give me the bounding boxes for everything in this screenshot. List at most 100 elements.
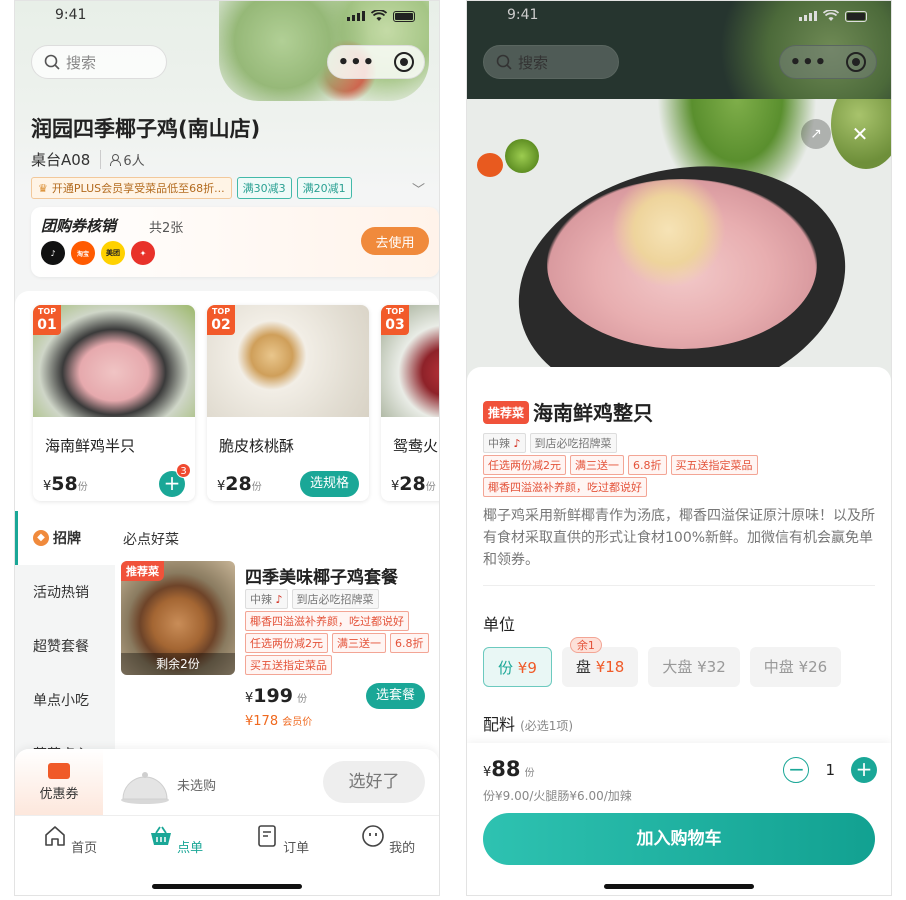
shop-name: 润园四季椰子鸡(南山店) (31, 117, 261, 141)
dish-description: 椰子鸡采用新鲜椰青作为汤底，椰香四溢保证原汁原味！以及所有食材采取直供的形式让食… (483, 508, 875, 568)
unit-option[interactable]: 余1 盘 ¥18 (561, 637, 639, 687)
dish-detail-sheet: 推荐菜 海南鲜鸡整只 中辣 ♪ 到店必吃招牌菜 任选两份减2元 满三送一 6.8… (467, 367, 891, 895)
search-input[interactable]: 搜索 (31, 45, 167, 79)
discount-tag: 满20减1 (296, 177, 352, 199)
chili-icon: ♪ (275, 593, 283, 606)
dish-name: 脆皮核桃酥 (219, 437, 295, 455)
signal-icon (347, 11, 365, 21)
dish-name: 海南鲜鸡半只 (45, 437, 136, 455)
douyin-icon: ♪ (41, 241, 65, 265)
taobao-flash-icon: 淘宝 (71, 241, 95, 265)
status-time: 9:41 (507, 7, 539, 23)
quantity-value: 1 (825, 761, 835, 779)
menu-screen: 9:41 搜索 ••• 润园四季椰子鸡(南山店) 桌台A08 6人 ♛ 开通PLU… (14, 0, 440, 896)
increase-button[interactable]: + (851, 757, 877, 783)
select-spec-button[interactable]: 选规格 (299, 471, 359, 497)
more-icon[interactable]: ••• (790, 52, 828, 73)
tab-orders[interactable]: 订单 (247, 824, 317, 856)
spice-tag: 中辣 ♪ (245, 589, 288, 609)
selection-summary: 份¥9.00/火腿肠¥6.00/加辣 (483, 789, 632, 803)
groupon-count: 共2张 (149, 221, 184, 236)
category-sidebar: ◆招牌 活动热销 超赞套餐 单点小吃 蔬菜点心 (15, 511, 115, 763)
dish-price: ¥58份 (43, 473, 88, 495)
dish-image: TOP 03 (381, 305, 439, 417)
divider (483, 585, 875, 586)
use-voucher-button[interactable]: 去使用 (361, 227, 429, 255)
spice-tag: 中辣 ♪ (483, 433, 526, 453)
battery-icon (845, 10, 867, 22)
desc-tag: 椰香四溢滋补养颜，吃过都说好 (483, 477, 647, 497)
gift-tag: 买五送指定菜品 (245, 655, 332, 675)
share-icon[interactable]: ↗ (801, 119, 831, 149)
receipt-icon (258, 825, 276, 847)
table-number: 桌台A08 (31, 151, 91, 169)
tab-profile[interactable]: 我的 (353, 824, 423, 856)
select-combo-button[interactable]: 选套餐 (365, 683, 425, 709)
rank-badge: TOP 02 (207, 305, 235, 335)
more-icon[interactable]: ••• (338, 52, 376, 73)
promo-tag: 任选两份减2元 (245, 633, 328, 653)
close-miniprogram-icon[interactable] (846, 52, 867, 72)
coupon-button[interactable]: 优惠券 (15, 749, 103, 815)
home-indicator (604, 884, 754, 889)
plus-membership-banner[interactable]: ♛ 开通PLUS会员享受菜品低至68折... (31, 177, 232, 199)
dish-detail-screen: 9:41 搜索 ••• ↗ ✕ 推荐菜 海南鲜鸡整只 中辣 ♪ 到店必吃招牌菜 (466, 0, 892, 896)
stock-tip: 余1 (569, 637, 602, 653)
fire-icon: ◆ (33, 530, 49, 546)
basket-icon (150, 826, 171, 845)
close-miniprogram-icon[interactable] (394, 52, 415, 72)
people-count[interactable]: 6人 (100, 150, 145, 169)
promo-tag: 任选两份减2元 (483, 455, 566, 475)
mini-program-capsule: ••• (327, 45, 425, 79)
dish-price: ¥28份 (391, 473, 436, 495)
decrease-button[interactable]: − (783, 757, 810, 783)
status-bar: 9:41 (15, 7, 439, 27)
cart-empty-text: 未选购 (177, 779, 217, 794)
recommend-badge: 推荐菜 (483, 401, 530, 424)
chevron-down-icon[interactable]: ﹀ (412, 179, 425, 198)
tab-home[interactable]: 首页 (35, 824, 105, 856)
top-dish-card[interactable]: TOP 02 脆皮核桃酥 ¥28份 选规格 (207, 305, 369, 501)
tab-order[interactable]: 点单 (141, 824, 211, 856)
chili-icon: ♪ (513, 437, 521, 450)
face-icon (362, 825, 384, 847)
ticket-icon (48, 763, 70, 779)
store-tag: 到店必吃招牌菜 (291, 589, 379, 609)
unit-option[interactable]: 中盘 ¥26 (749, 647, 842, 687)
unit-options: 份 ¥9 余1 盘 ¥18 大盘 ¥32 中盘 ¥26 (483, 637, 842, 687)
unit-option[interactable]: 大盘 ¥32 (648, 647, 740, 687)
add-to-cart-button[interactable]: 加入购物车 (483, 813, 875, 865)
unit-option[interactable]: 份 ¥9 (483, 647, 552, 687)
cloche-icon (121, 772, 169, 804)
status-bar: 9:41 (467, 7, 891, 27)
close-icon[interactable]: ✕ (845, 119, 875, 149)
combo-image[interactable]: 推荐菜 剩余2份 (121, 561, 235, 675)
sidebar-item-hot[interactable]: 活动热销 (15, 565, 115, 619)
unit-label: 单位 (483, 615, 516, 634)
sidebar-item-signature[interactable]: ◆ 招牌 (15, 511, 115, 565)
image-actions: ↗ ✕ (801, 119, 875, 149)
promo-tag: 满三送一 (570, 455, 624, 475)
search-input[interactable]: 搜索 (483, 45, 619, 79)
remaining-stock: 剩余2份 (121, 653, 235, 675)
promo-tag: 满三送一 (332, 633, 386, 653)
table-info: 桌台A08 6人 (31, 149, 145, 170)
desc-tag: 椰香四溢滋补养颜，吃过都说好 (245, 611, 409, 631)
sidebar-item-snacks[interactable]: 单点小吃 (15, 673, 115, 727)
cart-count-badge: 3 (176, 463, 191, 478)
top-dish-card[interactable]: TOP 01 海南鲜鸡半只 ¥58份 + 3 (33, 305, 195, 501)
mini-program-capsule: ••• (779, 45, 877, 79)
detail-footer: ¥88 份 份¥9.00/火腿肠¥6.00/加辣 − 1 + 加入购物车 (467, 743, 891, 895)
cart-bar: 优惠券 未选购 选好了 (15, 749, 439, 815)
promo-tag: 6.8折 (390, 633, 429, 653)
search-icon (44, 54, 60, 70)
top-dishes-carousel: TOP 01 海南鲜鸡半只 ¥58份 + 3 TOP 02 脆皮核桃酥 ¥28份 选… (15, 291, 439, 511)
dish-price: ¥28份 (217, 473, 262, 495)
sidebar-item-combo[interactable]: 超赞套餐 (15, 619, 115, 673)
combo-name[interactable]: 四季美味椰子鸡套餐 (245, 563, 398, 588)
search-icon (496, 54, 512, 70)
top-dish-card[interactable]: TOP 03 鸳鸯火 ¥28份 (381, 305, 439, 501)
checkout-button[interactable]: 选好了 (323, 761, 425, 803)
home-indicator (152, 884, 302, 889)
crown-icon: ♛ (38, 181, 48, 195)
